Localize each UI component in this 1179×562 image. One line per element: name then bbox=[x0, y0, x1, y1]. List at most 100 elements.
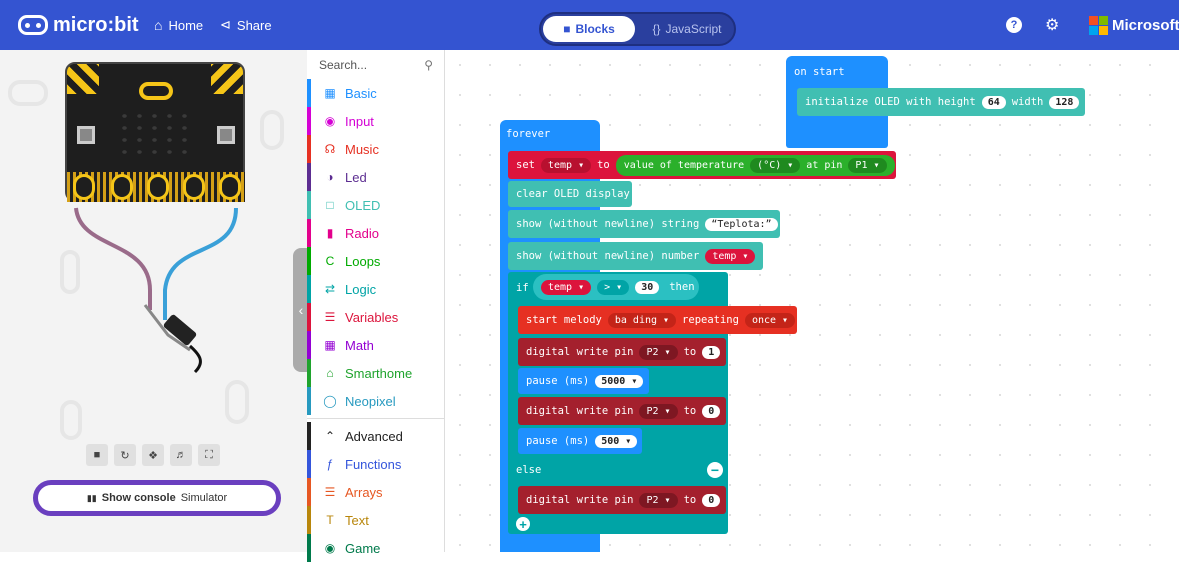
category-label: Led bbox=[345, 169, 367, 185]
pause-block[interactable]: pause (ms) 500 ▾ bbox=[518, 428, 642, 454]
write-value[interactable]: 0 bbox=[702, 493, 721, 507]
category-advanced[interactable]: ⌃ Advanced bbox=[307, 422, 445, 450]
category-led[interactable]: ◑ Led bbox=[307, 163, 445, 191]
write-value[interactable]: 0 bbox=[702, 404, 721, 418]
digital-write-label: digital write pin bbox=[526, 346, 634, 358]
category-input[interactable]: ◉ Input bbox=[307, 107, 445, 135]
digital-write-block[interactable]: digital write pin P2 ▾ to 0 bbox=[518, 397, 726, 425]
clear-oled-block[interactable]: clear OLED display bbox=[508, 181, 632, 207]
pin-p2-dropdown[interactable]: P2 ▾ bbox=[639, 403, 678, 419]
debug-button[interactable]: ❖ bbox=[142, 444, 164, 466]
init-oled-label: initialize OLED with height bbox=[805, 96, 976, 108]
loop-icon: C bbox=[325, 254, 335, 268]
category-arrays[interactable]: ☰ Arrays bbox=[307, 478, 445, 506]
category-text[interactable]: T Text bbox=[307, 506, 445, 534]
temp-variable[interactable]: temp ▾ bbox=[705, 248, 756, 264]
search-input[interactable]: Search... ⚲ bbox=[307, 50, 445, 80]
repeat-dropdown[interactable]: once ▾ bbox=[744, 312, 796, 328]
unit-dropdown[interactable]: (°C) ▾ bbox=[750, 157, 801, 173]
settings-button[interactable]: ⚙ bbox=[1045, 0, 1059, 50]
write-value[interactable]: 1 bbox=[702, 345, 721, 359]
chevron-left-icon: ‹ bbox=[298, 302, 304, 318]
digital-write-block[interactable]: digital write pin P2 ▾ to 0 bbox=[518, 486, 726, 514]
temp-variable[interactable]: temp ▾ bbox=[541, 279, 592, 295]
category-basic[interactable]: ▦ Basic bbox=[307, 79, 445, 107]
initialize-oled-block[interactable]: initialize OLED with height 64 width 128 bbox=[797, 88, 1085, 116]
pause-value[interactable]: 500 ▾ bbox=[595, 434, 638, 448]
text-icon: T bbox=[326, 513, 334, 527]
category-radio[interactable]: ▮ Radio bbox=[307, 219, 445, 247]
category-label: OLED bbox=[345, 197, 381, 213]
share-button[interactable]: ⊲ Share bbox=[220, 0, 272, 50]
pause-value[interactable]: 5000 ▾ bbox=[595, 374, 644, 388]
microbit-logo[interactable]: micro:bit bbox=[18, 0, 139, 50]
temperature-reporter[interactable]: value of temperature (°C) ▾ at pin P1 ▾ bbox=[615, 154, 895, 176]
gear-icon: ⚙ bbox=[1045, 17, 1060, 34]
show-string-block[interactable]: show (without newline) string “Teplota:” bbox=[508, 210, 780, 238]
share-icon: ⊲ bbox=[220, 17, 231, 32]
category-music[interactable]: ☊ Music bbox=[307, 135, 445, 163]
tab-blocks-label: Blocks bbox=[575, 22, 615, 36]
comparison-block[interactable]: temp ▾ > ▾ 30 then bbox=[533, 274, 699, 300]
category-game[interactable]: ◉ Game bbox=[307, 534, 445, 562]
help-button[interactable]: ? bbox=[1006, 0, 1022, 50]
category-neopixel[interactable]: ◯ Neopixel bbox=[307, 387, 445, 415]
clear-oled-label: clear OLED display bbox=[516, 188, 630, 200]
add-else-icon[interactable]: + bbox=[516, 517, 530, 532]
grid-icon: ▦ bbox=[324, 86, 336, 100]
microsoft-link[interactable]: Microsoft bbox=[1089, 0, 1179, 50]
forever-label: forever bbox=[506, 128, 551, 140]
category-label: Music bbox=[345, 141, 379, 157]
category-oled[interactable]: □ OLED bbox=[307, 191, 445, 219]
string-value[interactable]: “Teplota:” bbox=[705, 217, 778, 231]
operator-dropdown[interactable]: > ▾ bbox=[597, 279, 630, 295]
category-label: Logic bbox=[345, 281, 377, 297]
remove-else-icon[interactable]: − bbox=[707, 462, 723, 478]
category-loops[interactable]: C Loops bbox=[307, 247, 445, 275]
pin-p1-dropdown[interactable]: P1 ▾ bbox=[848, 157, 887, 173]
temp-dropdown[interactable]: temp ▾ bbox=[540, 157, 592, 173]
sound-button[interactable]: ♬ bbox=[170, 444, 192, 466]
pause-label: pause (ms) bbox=[526, 435, 590, 447]
threshold-value[interactable]: 30 bbox=[635, 280, 660, 294]
melody-dropdown[interactable]: ba ding ▾ bbox=[607, 312, 677, 328]
category-label: Smarthome bbox=[345, 365, 413, 381]
set-variable-block[interactable]: set temp ▾ to value of temperature (°C) … bbox=[508, 151, 896, 179]
background-decoration bbox=[60, 400, 82, 440]
tab-blocks[interactable]: ■ Blocks bbox=[543, 16, 635, 42]
show-number-block[interactable]: show (without newline) number temp ▾ bbox=[508, 242, 763, 270]
home-label: Home bbox=[168, 17, 204, 33]
blocks-workspace[interactable]: on start initialize OLED with height 64 … bbox=[445, 50, 1179, 552]
signal-icon: ▮ bbox=[326, 226, 334, 240]
show-console-button[interactable]: ▮▮ Show console Simulator bbox=[33, 480, 281, 516]
repeating-label: repeating bbox=[682, 314, 739, 326]
category-smarthome[interactable]: ⌂ Smarthome bbox=[307, 359, 445, 387]
pin-p2-dropdown[interactable]: P2 ▾ bbox=[639, 492, 678, 508]
pause-block[interactable]: pause (ms) 5000 ▾ bbox=[518, 368, 649, 394]
search-placeholder: Search... bbox=[319, 58, 368, 72]
pin-p2-dropdown[interactable]: P2 ▾ bbox=[639, 344, 678, 360]
logo-text: micro:bit bbox=[53, 13, 139, 36]
category-logic[interactable]: ⇄ Logic bbox=[307, 275, 445, 303]
gamepad-icon: ◉ bbox=[324, 541, 336, 555]
start-melody-block[interactable]: start melody ba ding ▾ repeating once ▾ bbox=[518, 306, 797, 334]
fullscreen-button[interactable]: ⛶ bbox=[198, 444, 220, 466]
string-text: Teplota: bbox=[717, 218, 766, 230]
tab-javascript[interactable]: {} JavaScript bbox=[641, 16, 733, 42]
toggle-icon: ◑ bbox=[326, 170, 334, 184]
pause-label: pause (ms) bbox=[526, 375, 590, 387]
category-variables[interactable]: ☰ Variables bbox=[307, 303, 445, 331]
height-value[interactable]: 64 bbox=[981, 95, 1006, 109]
restart-button[interactable]: ↻ bbox=[114, 444, 136, 466]
digital-write-block[interactable]: digital write pin P2 ▾ to 1 bbox=[518, 338, 726, 366]
stop-button[interactable]: ■ bbox=[86, 444, 108, 466]
home-button[interactable]: ⌂ Home bbox=[154, 0, 203, 50]
category-math[interactable]: ▦ Math bbox=[307, 331, 445, 359]
digital-write-label: digital write pin bbox=[526, 494, 634, 506]
category-functions[interactable]: ƒ Functions bbox=[307, 450, 445, 478]
monitor-icon: □ bbox=[326, 198, 334, 212]
width-value[interactable]: 128 bbox=[1049, 95, 1080, 109]
category-label: Functions bbox=[345, 456, 402, 472]
list-icon: ☰ bbox=[324, 310, 336, 324]
home-icon: ⌂ bbox=[326, 366, 334, 380]
